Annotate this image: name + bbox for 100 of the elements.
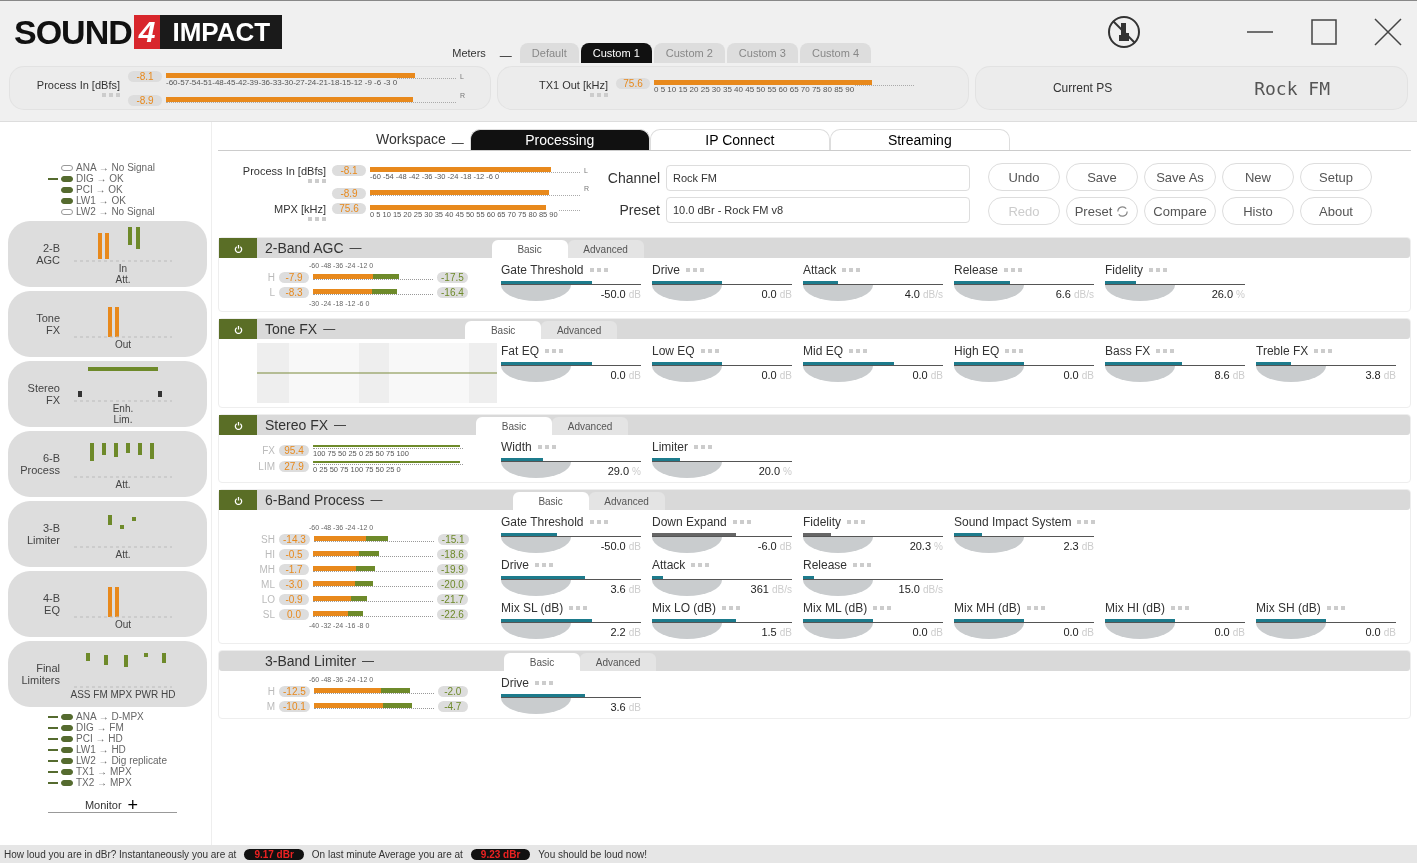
dots-icon[interactable] [1077, 520, 1096, 524]
power-icon[interactable] [233, 324, 243, 334]
dots-icon[interactable] [569, 606, 588, 610]
meter-value: 75.6 [616, 77, 650, 89]
workspace-toggle[interactable]: — [445, 136, 470, 150]
dots-icon[interactable] [847, 520, 865, 524]
section-tab[interactable]: Advanced [552, 417, 629, 435]
knob-label: Attack [803, 263, 837, 277]
dots-icon[interactable] [686, 268, 704, 272]
section-tab[interactable]: Advanced [580, 653, 657, 671]
meter-caption: Att. [115, 274, 131, 285]
knob-label: Fat EQ [501, 344, 539, 358]
dots-icon[interactable] [589, 520, 608, 524]
meter-value: -3.0 [279, 578, 309, 590]
power-icon[interactable] [233, 243, 243, 253]
dots-icon[interactable] [1156, 349, 1175, 353]
meter-tab[interactable]: Custom 1 [580, 43, 652, 63]
dots-icon[interactable] [732, 520, 751, 524]
dots-icon[interactable] [691, 563, 710, 567]
dots-icon[interactable] [1005, 349, 1024, 353]
knob-label: Fidelity [803, 515, 841, 529]
dots-icon[interactable] [1326, 606, 1345, 610]
monitor-toggle[interactable]: + [125, 798, 141, 812]
band-label: HI [264, 548, 275, 560]
power-icon[interactable] [233, 420, 243, 430]
meters-toggle[interactable]: — [493, 49, 518, 63]
section-tab[interactable]: Basic [491, 240, 568, 258]
input-field[interactable]: 10.0 dBr - Rock FM v8 [666, 197, 970, 223]
meter-caption: Enh. [112, 403, 134, 414]
dots-icon[interactable] [722, 606, 740, 610]
meter-label: MPX [kHz] [274, 202, 326, 215]
input-status: LW1 → OK [76, 195, 126, 206]
dots-icon[interactable] [589, 268, 608, 272]
dots-icon[interactable] [535, 681, 553, 685]
action-button[interactable]: Compare [1144, 197, 1216, 225]
dots-icon[interactable] [694, 445, 712, 449]
action-button[interactable]: Setup [1300, 163, 1372, 191]
dots-icon[interactable] [1171, 606, 1189, 610]
knob-label: Release [803, 558, 848, 572]
section-tab[interactable]: Basic [465, 321, 542, 339]
action-button[interactable]: Undo [988, 163, 1060, 191]
module-card[interactable]: 2-B AGC In Att. [8, 221, 207, 287]
dots-icon[interactable] [102, 93, 120, 97]
section-tab[interactable]: Basic [512, 492, 589, 510]
meter-value: -21.7 [437, 593, 468, 605]
no-touch-icon[interactable] [1107, 15, 1141, 49]
collapse-toggle[interactable]: — [364, 493, 389, 507]
workspace-tab[interactable]: Streaming [829, 129, 1010, 150]
field-label: Preset [618, 202, 660, 218]
dots-icon[interactable] [308, 216, 326, 221]
action-button[interactable]: Save [1066, 163, 1138, 191]
knob-label: Mix SL (dB) [501, 601, 564, 615]
action-button[interactable]: Histo [1222, 197, 1294, 225]
dots-icon[interactable] [537, 445, 556, 449]
knob-label: Gate Threshold [501, 263, 584, 277]
module-card[interactable]: Final Limiters ASS FM MPX PWR HD [8, 641, 207, 707]
dots-icon[interactable] [842, 268, 861, 272]
dots-icon[interactable] [535, 563, 553, 567]
collapse-toggle[interactable]: — [317, 322, 342, 336]
module-card[interactable]: 6-B Process Att. [8, 431, 207, 497]
input-field[interactable]: Rock FM [666, 165, 970, 191]
input-status: DIG → OK [76, 173, 124, 184]
section-tab[interactable]: Advanced [588, 492, 665, 510]
section-tab[interactable]: Basic [504, 653, 581, 671]
section-tab[interactable]: Basic [476, 417, 553, 435]
knob-label: Attack [652, 558, 686, 572]
collapse-toggle[interactable]: — [328, 418, 353, 432]
dots-icon[interactable] [1314, 349, 1333, 353]
maximize-icon[interactable] [1309, 17, 1339, 47]
section-tab[interactable]: Advanced [541, 321, 618, 339]
collapse-toggle[interactable]: — [343, 241, 368, 255]
knob-label: Gate Threshold [501, 515, 584, 529]
module-card[interactable]: 4-B EQ Out [8, 571, 207, 637]
meter-label: TX1 Out [kHz] [538, 79, 608, 91]
dots-icon[interactable] [853, 563, 872, 567]
workspace-tab[interactable]: Processing [469, 129, 650, 150]
module-card[interactable]: 3-B Limiter Att. [8, 501, 207, 567]
dots-icon[interactable] [849, 349, 867, 353]
action-button[interactable]: Save As [1144, 163, 1216, 191]
module-card[interactable]: Tone FX Out [8, 291, 207, 357]
dots-icon[interactable] [590, 93, 608, 97]
action-button[interactable]: About [1300, 197, 1372, 225]
close-icon[interactable] [1373, 17, 1403, 47]
section-tab[interactable]: Advanced [567, 240, 644, 258]
dots-icon[interactable] [1026, 606, 1045, 610]
action-button[interactable]: Preset [1066, 197, 1138, 225]
module-card[interactable]: Stereo FX Enh. Lim. [8, 361, 207, 427]
dots-icon[interactable] [545, 349, 563, 353]
action-button[interactable]: New [1222, 163, 1294, 191]
dots-icon[interactable] [308, 178, 326, 183]
meter-value: -10.1 [279, 700, 310, 712]
dots-icon[interactable] [873, 606, 892, 610]
workspace-tab[interactable]: IP Connect [649, 129, 830, 150]
loudness-badge: 9.23 dBr [470, 848, 531, 860]
dots-icon[interactable] [1149, 268, 1167, 272]
knob-label: Drive [501, 676, 529, 690]
dots-icon[interactable] [1004, 268, 1023, 272]
dots-icon[interactable] [700, 349, 719, 353]
collapse-toggle[interactable]: — [356, 654, 381, 668]
power-icon[interactable] [233, 495, 243, 505]
